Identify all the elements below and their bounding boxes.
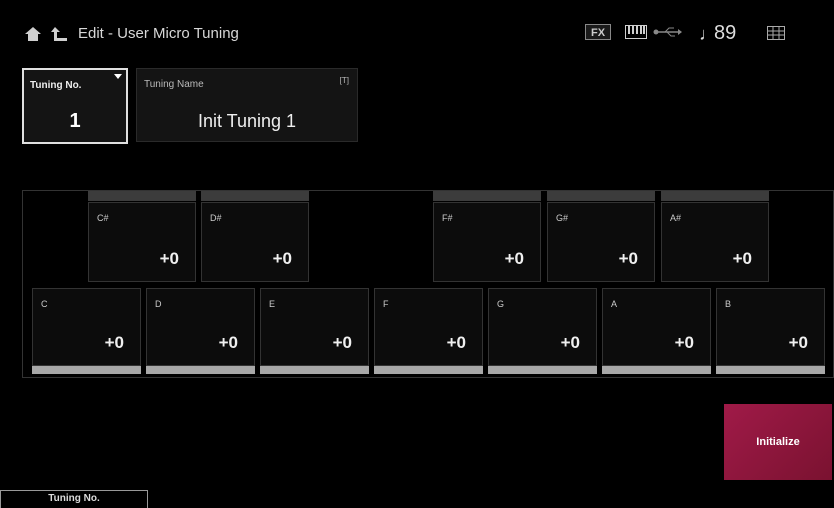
key-bottom-strip (374, 366, 483, 374)
page-title: Edit - User Micro Tuning (78, 25, 239, 42)
key-d-sharp[interactable]: D# +0 (201, 191, 309, 282)
key-offset-value: +0 (104, 333, 124, 352)
tuning-name-field[interactable]: Tuning Name [T] Init Tuning 1 (136, 68, 358, 142)
key-name: A# (670, 213, 682, 223)
key-g[interactable]: G +0 (488, 288, 597, 374)
dropdown-arrow-icon (114, 74, 122, 79)
key-a-sharp[interactable]: A# +0 (661, 191, 769, 282)
key-offset-value: +0 (732, 249, 752, 268)
back-up-icon[interactable] (50, 26, 68, 42)
tuning-no-value: 1 (69, 110, 81, 132)
tuning-name-label: Tuning Name (144, 79, 204, 90)
key-bottom-strip (488, 366, 597, 374)
key-top-strip (661, 191, 769, 201)
keyboard-icon (625, 25, 647, 39)
key-offset-value: +0 (159, 249, 179, 268)
tuning-no-label: Tuning No. (30, 80, 82, 91)
tempo-value[interactable]: 89 (714, 22, 736, 45)
key-name: C# (97, 213, 109, 223)
key-offset-value: +0 (504, 249, 524, 268)
key-f[interactable]: F +0 (374, 288, 483, 374)
key-offset-value: +0 (788, 333, 808, 352)
key-name: G# (556, 213, 569, 223)
tuning-name-value: Init Tuning 1 (197, 111, 297, 131)
key-name: B (725, 299, 732, 309)
footer-tab-tuning-no[interactable]: Tuning No. (0, 490, 148, 508)
key-bottom-strip (602, 366, 711, 374)
key-offset-value: +0 (332, 333, 352, 352)
key-offset-value: +0 (618, 249, 638, 268)
key-offset-value: +0 (218, 333, 238, 352)
key-name: C (41, 299, 48, 309)
key-bottom-strip (146, 366, 255, 374)
key-top-strip (201, 191, 309, 201)
key-c-sharp[interactable]: C# +0 (88, 191, 196, 282)
key-c[interactable]: C +0 (32, 288, 141, 374)
key-b[interactable]: B +0 (716, 288, 825, 374)
key-bottom-strip (260, 366, 369, 374)
key-offset-value: +0 (272, 249, 292, 268)
key-g-sharp[interactable]: G# +0 (547, 191, 655, 282)
quick-access-grid-icon[interactable] (767, 26, 785, 40)
key-bottom-strip (716, 366, 825, 374)
tuning-no-selector[interactable]: Tuning No. 1 (22, 68, 128, 144)
key-offset-value: +0 (560, 333, 580, 352)
text-entry-icon: [T] (339, 76, 349, 85)
key-name: D (155, 299, 162, 309)
usb-icon (653, 27, 682, 37)
key-top-strip (547, 191, 655, 201)
key-name: A (611, 299, 618, 309)
fx-badge[interactable]: FX (585, 24, 611, 40)
key-name: E (269, 299, 276, 309)
key-a[interactable]: A +0 (602, 288, 711, 374)
key-top-strip (433, 191, 541, 201)
key-e[interactable]: E +0 (260, 288, 369, 374)
initialize-button[interactable]: Initialize (724, 404, 832, 480)
key-top-strip (88, 191, 196, 201)
key-offset-value: +0 (446, 333, 466, 352)
key-f-sharp[interactable]: F# +0 (433, 191, 541, 282)
top-bar: Edit - User Micro Tuning FX ♩ 89 (0, 0, 834, 60)
key-offset-value: +0 (674, 333, 694, 352)
key-name: F (383, 299, 389, 309)
key-name: D# (210, 213, 222, 223)
key-name: G (497, 299, 505, 309)
key-d[interactable]: D +0 (146, 288, 255, 374)
home-icon[interactable] (25, 27, 41, 41)
key-bottom-strip (32, 366, 141, 374)
key-name: F# (442, 213, 453, 223)
